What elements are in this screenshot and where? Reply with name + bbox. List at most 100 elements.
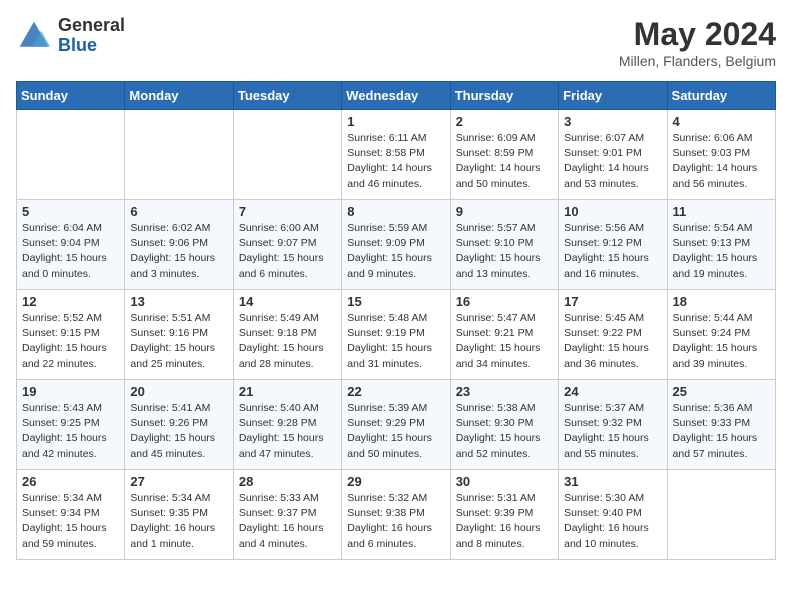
weekday-header: Thursday (450, 82, 558, 110)
day-info: Sunrise: 5:47 AM Sunset: 9:21 PM Dayligh… (456, 311, 553, 372)
day-number: 22 (347, 384, 444, 399)
day-info: Sunrise: 5:59 AM Sunset: 9:09 PM Dayligh… (347, 221, 444, 282)
day-number: 1 (347, 114, 444, 129)
logo-general: General (58, 16, 125, 36)
weekday-header: Sunday (17, 82, 125, 110)
page-header: General Blue May 2024 Millen, Flanders, … (16, 16, 776, 69)
weekday-header: Friday (559, 82, 667, 110)
day-number: 27 (130, 474, 227, 489)
logo-blue: Blue (58, 36, 125, 56)
day-number: 15 (347, 294, 444, 309)
day-number: 13 (130, 294, 227, 309)
day-number: 14 (239, 294, 336, 309)
calendar-table: SundayMondayTuesdayWednesdayThursdayFrid… (16, 81, 776, 560)
day-number: 21 (239, 384, 336, 399)
day-number: 28 (239, 474, 336, 489)
calendar-cell: 19Sunrise: 5:43 AM Sunset: 9:25 PM Dayli… (17, 380, 125, 470)
day-number: 8 (347, 204, 444, 219)
day-number: 25 (673, 384, 770, 399)
calendar-week-row: 5 Sunrise: 6:04 AM Sunset: 9:04 PM Daylig… (17, 200, 776, 290)
day-info: Sunrise: 5:38 AM Sunset: 9:30 PM Dayligh… (456, 401, 553, 462)
day-info: Sunrise: 5:36 AM Sunset: 9:33 PM Dayligh… (673, 401, 770, 462)
calendar-cell: 7Sunrise: 6:00 AM Sunset: 9:07 PM Daylig… (233, 200, 341, 290)
day-info: Sunrise: 5:51 AM Sunset: 9:16 PM Dayligh… (130, 311, 227, 372)
day-info: Sunrise: 5:52 AM Sunset: 9:15 PM Dayligh… (22, 311, 119, 372)
day-info: Sunrise: 5:44 AM Sunset: 9:24 PM Dayligh… (673, 311, 770, 372)
weekday-header: Saturday (667, 82, 775, 110)
day-info: Sunrise: 6:06 AM Sunset: 9:03 PM Dayligh… (673, 131, 770, 192)
calendar-cell: 18Sunrise: 5:44 AM Sunset: 9:24 PM Dayli… (667, 290, 775, 380)
calendar-cell: 26 Sunrise: 5:34 AM Sunset: 9:34 PM Dayli… (17, 470, 125, 560)
day-info: Sunrise: 5:54 AM Sunset: 9:13 PM Dayligh… (673, 221, 770, 282)
weekday-header: Tuesday (233, 82, 341, 110)
calendar-cell: 8 Sunrise: 5:59 AM Sunset: 9:09 PM Daylig… (342, 200, 450, 290)
calendar-cell: 10 Sunrise: 5:56 AM Sunset: 9:12 PM Dayli… (559, 200, 667, 290)
calendar-week-row: 26 Sunrise: 5:34 AM Sunset: 9:34 PM Dayli… (17, 470, 776, 560)
day-info: Sunrise: 6:00 AM Sunset: 9:07 PM Dayligh… (239, 221, 336, 282)
day-number: 11 (673, 204, 770, 219)
day-number: 31 (564, 474, 661, 489)
calendar-cell: 31 Sunrise: 5:30 AM Sunset: 9:40 PM Dayli… (559, 470, 667, 560)
calendar-cell: 24Sunrise: 5:37 AM Sunset: 9:32 PM Dayli… (559, 380, 667, 470)
day-number: 3 (564, 114, 661, 129)
calendar-cell: 6Sunrise: 6:02 AM Sunset: 9:06 PM Daylig… (125, 200, 233, 290)
day-info: Sunrise: 6:02 AM Sunset: 9:06 PM Dayligh… (130, 221, 227, 282)
weekday-header: Wednesday (342, 82, 450, 110)
day-info: Sunrise: 5:48 AM Sunset: 9:19 PM Dayligh… (347, 311, 444, 372)
day-info: Sunrise: 6:04 AM Sunset: 9:04 PM Dayligh… (22, 221, 119, 282)
calendar-week-row: 12 Sunrise: 5:52 AM Sunset: 9:15 PM Dayli… (17, 290, 776, 380)
calendar-cell: 27 Sunrise: 5:34 AM Sunset: 9:35 PM Dayli… (125, 470, 233, 560)
calendar-cell: 25 Sunrise: 5:36 AM Sunset: 9:33 PM Dayli… (667, 380, 775, 470)
calendar-cell: 17 Sunrise: 5:45 AM Sunset: 9:22 PM Dayli… (559, 290, 667, 380)
day-info: Sunrise: 5:49 AM Sunset: 9:18 PM Dayligh… (239, 311, 336, 372)
day-number: 23 (456, 384, 553, 399)
calendar-cell (233, 110, 341, 200)
day-number: 16 (456, 294, 553, 309)
calendar-cell: 14 Sunrise: 5:49 AM Sunset: 9:18 PM Dayli… (233, 290, 341, 380)
calendar-cell: 9Sunrise: 5:57 AM Sunset: 9:10 PM Daylig… (450, 200, 558, 290)
calendar-cell: 3 Sunrise: 6:07 AM Sunset: 9:01 PM Daylig… (559, 110, 667, 200)
location-subtitle: Millen, Flanders, Belgium (619, 53, 776, 69)
calendar-cell: 5 Sunrise: 6:04 AM Sunset: 9:04 PM Daylig… (17, 200, 125, 290)
day-number: 30 (456, 474, 553, 489)
day-number: 10 (564, 204, 661, 219)
calendar-cell (125, 110, 233, 200)
day-info: Sunrise: 5:31 AM Sunset: 9:39 PM Dayligh… (456, 491, 553, 552)
day-number: 29 (347, 474, 444, 489)
calendar-cell (667, 470, 775, 560)
day-info: Sunrise: 5:30 AM Sunset: 9:40 PM Dayligh… (564, 491, 661, 552)
calendar-cell (17, 110, 125, 200)
calendar-cell: 21Sunrise: 5:40 AM Sunset: 9:28 PM Dayli… (233, 380, 341, 470)
day-number: 12 (22, 294, 119, 309)
calendar-cell: 30 Sunrise: 5:31 AM Sunset: 9:39 PM Dayli… (450, 470, 558, 560)
day-info: Sunrise: 6:09 AM Sunset: 8:59 PM Dayligh… (456, 131, 553, 192)
day-number: 17 (564, 294, 661, 309)
calendar-week-row: 19Sunrise: 5:43 AM Sunset: 9:25 PM Dayli… (17, 380, 776, 470)
day-info: Sunrise: 6:11 AM Sunset: 8:58 PM Dayligh… (347, 131, 444, 192)
day-info: Sunrise: 5:56 AM Sunset: 9:12 PM Dayligh… (564, 221, 661, 282)
day-number: 26 (22, 474, 119, 489)
day-info: Sunrise: 5:43 AM Sunset: 9:25 PM Dayligh… (22, 401, 119, 462)
day-info: Sunrise: 5:32 AM Sunset: 9:38 PM Dayligh… (347, 491, 444, 552)
day-number: 5 (22, 204, 119, 219)
calendar-cell: 22Sunrise: 5:39 AM Sunset: 9:29 PM Dayli… (342, 380, 450, 470)
day-info: Sunrise: 5:34 AM Sunset: 9:35 PM Dayligh… (130, 491, 227, 552)
day-info: Sunrise: 5:45 AM Sunset: 9:22 PM Dayligh… (564, 311, 661, 372)
calendar-cell: 15 Sunrise: 5:48 AM Sunset: 9:19 PM Dayli… (342, 290, 450, 380)
logo-icon (16, 18, 52, 54)
calendar-cell: 4Sunrise: 6:06 AM Sunset: 9:03 PM Daylig… (667, 110, 775, 200)
day-info: Sunrise: 5:33 AM Sunset: 9:37 PM Dayligh… (239, 491, 336, 552)
title-area: May 2024 Millen, Flanders, Belgium (619, 16, 776, 69)
calendar-week-row: 1 Sunrise: 6:11 AM Sunset: 8:58 PM Daylig… (17, 110, 776, 200)
calendar-cell: 12 Sunrise: 5:52 AM Sunset: 9:15 PM Dayli… (17, 290, 125, 380)
day-info: Sunrise: 5:34 AM Sunset: 9:34 PM Dayligh… (22, 491, 119, 552)
calendar-cell: 20Sunrise: 5:41 AM Sunset: 9:26 PM Dayli… (125, 380, 233, 470)
calendar-cell: 16 Sunrise: 5:47 AM Sunset: 9:21 PM Dayli… (450, 290, 558, 380)
calendar-cell: 28 Sunrise: 5:33 AM Sunset: 9:37 PM Dayli… (233, 470, 341, 560)
calendar-cell: 1 Sunrise: 6:11 AM Sunset: 8:58 PM Daylig… (342, 110, 450, 200)
day-info: Sunrise: 5:41 AM Sunset: 9:26 PM Dayligh… (130, 401, 227, 462)
calendar-cell: 13 Sunrise: 5:51 AM Sunset: 9:16 PM Dayli… (125, 290, 233, 380)
calendar-cell: 11 Sunrise: 5:54 AM Sunset: 9:13 PM Dayli… (667, 200, 775, 290)
day-info: Sunrise: 6:07 AM Sunset: 9:01 PM Dayligh… (564, 131, 661, 192)
logo-text: General Blue (58, 16, 125, 56)
